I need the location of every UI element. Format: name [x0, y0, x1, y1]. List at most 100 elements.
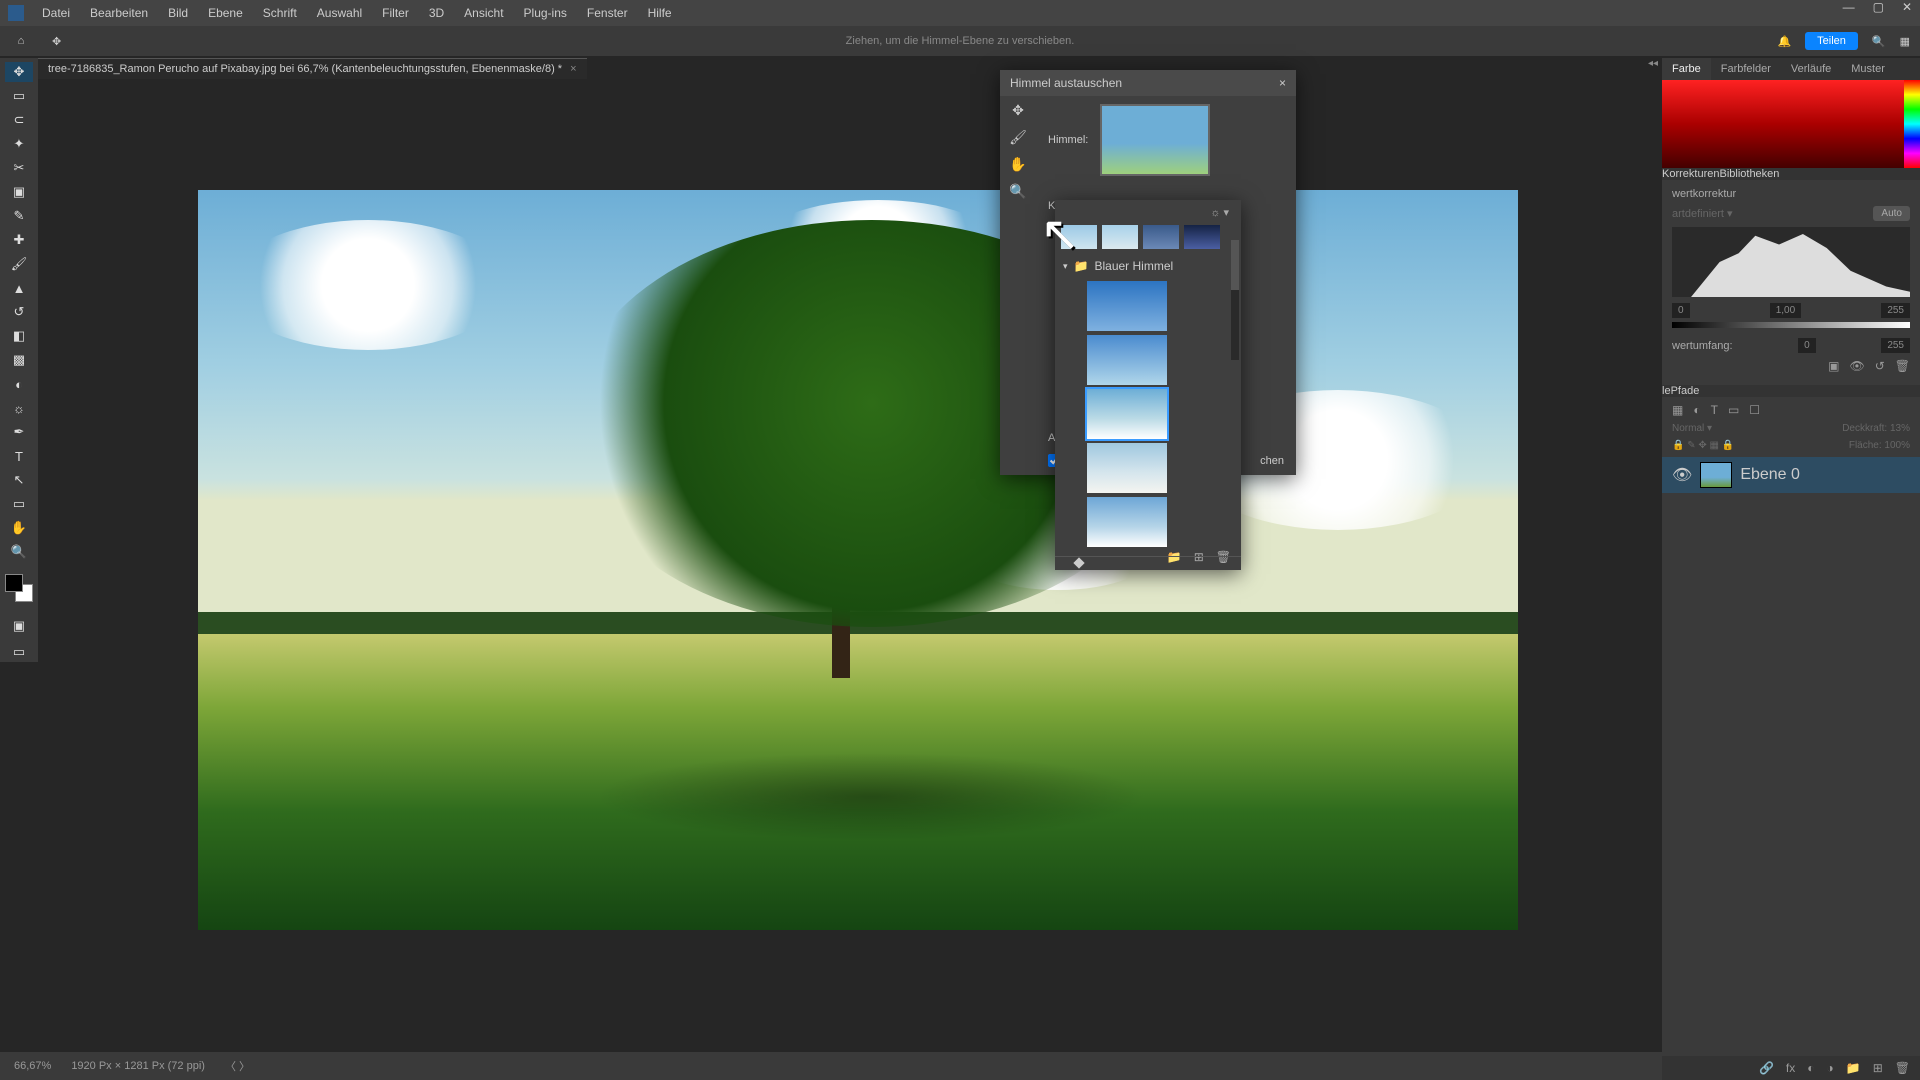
menu-schrift[interactable]: Schrift: [253, 6, 307, 20]
menu-ebene[interactable]: Ebene: [198, 6, 253, 20]
fg-color[interactable]: [5, 574, 23, 592]
fx-icon[interactable]: fx: [1786, 1061, 1795, 1075]
thumb-size-slider[interactable]: [1055, 556, 1241, 570]
hand-tool[interactable]: ✋: [5, 518, 33, 538]
dodge-tool[interactable]: ☼: [5, 398, 33, 418]
output-high[interactable]: 255: [1881, 338, 1910, 353]
adj-layer-icon[interactable]: ◑: [1827, 1061, 1834, 1075]
fg-bg-swatch[interactable]: [3, 572, 35, 604]
search-icon[interactable]: 🔍: [1872, 35, 1886, 48]
reset-icon[interactable]: ↺: [1875, 359, 1885, 373]
clip-icon[interactable]: ▣: [1828, 359, 1839, 373]
sky-option-1[interactable]: [1087, 281, 1167, 331]
stamp-tool[interactable]: ▲: [5, 278, 33, 298]
menu-hilfe[interactable]: Hilfe: [638, 6, 682, 20]
quickmask-tool[interactable]: ▣: [5, 616, 33, 636]
tab-korrekturen[interactable]: Korrekturen: [1662, 168, 1719, 180]
gradient-tool[interactable]: ▩: [5, 350, 33, 370]
sky-option-3-selected[interactable]: [1087, 389, 1167, 439]
canvas[interactable]: [38, 80, 1660, 1052]
recent-sky-3[interactable]: [1143, 225, 1179, 249]
tab-farbe[interactable]: Farbe: [1662, 58, 1711, 80]
new-layer-icon[interactable]: ⊞: [1873, 1061, 1883, 1075]
apply-button[interactable]: chen: [1260, 455, 1284, 467]
wand-tool[interactable]: ✦: [5, 134, 33, 154]
mask-icon[interactable]: ◐: [1807, 1061, 1814, 1075]
filter-adj-icon[interactable]: ◐: [1693, 403, 1700, 417]
path-tool[interactable]: ↖: [5, 470, 33, 490]
menu-bild[interactable]: Bild: [158, 6, 198, 20]
filter-pixel-icon[interactable]: ▦: [1672, 403, 1683, 417]
color-picker[interactable]: [1662, 80, 1920, 168]
pen-tool[interactable]: ✒: [5, 422, 33, 442]
picker-gear-icon[interactable]: ☼ ▾: [1210, 206, 1229, 219]
crop-tool[interactable]: ✂: [5, 158, 33, 178]
tab-bibliotheken[interactable]: Bibliotheken: [1719, 168, 1779, 180]
workspace-icon[interactable]: ▦: [1900, 35, 1910, 48]
menu-filter[interactable]: Filter: [372, 6, 419, 20]
menu-ansicht[interactable]: Ansicht: [454, 6, 513, 20]
shape-tool[interactable]: ▭: [5, 494, 33, 514]
menu-auswahl[interactable]: Auswahl: [307, 6, 372, 20]
eraser-tool[interactable]: ◧: [5, 326, 33, 346]
layer-name[interactable]: Ebene 0: [1740, 466, 1800, 484]
screenmode-tool[interactable]: ▭: [5, 642, 33, 662]
tab-close-icon[interactable]: ×: [570, 63, 576, 75]
frame-tool[interactable]: ▣: [5, 182, 33, 202]
blend-mode-dropdown[interactable]: Normal ▾: [1672, 423, 1712, 434]
tab-muster[interactable]: Muster: [1841, 58, 1895, 80]
eye-icon[interactable]: 👁: [1849, 359, 1864, 373]
menu-fenster[interactable]: Fenster: [577, 6, 638, 20]
preset-dropdown[interactable]: artdefiniert ▾: [1672, 207, 1733, 220]
delete-layer-icon[interactable]: 🗑: [1895, 1061, 1910, 1075]
auto-button[interactable]: Auto: [1873, 206, 1910, 221]
document-tab[interactable]: tree-7186835_Ramon Perucho auf Pixabay.j…: [38, 58, 587, 79]
dialog-move-tool[interactable]: ✥: [1012, 102, 1024, 119]
folder-toggle-icon[interactable]: ▾: [1063, 261, 1068, 272]
layer-thumbnail[interactable]: [1700, 462, 1732, 488]
visibility-icon[interactable]: 👁: [1672, 465, 1692, 485]
brush-tool[interactable]: 🖌: [5, 254, 33, 274]
highlights-value[interactable]: 255: [1881, 303, 1910, 318]
move-tool-indicator[interactable]: ✥: [52, 35, 61, 48]
share-button[interactable]: Teilen: [1805, 32, 1858, 50]
history-brush-tool[interactable]: ↺: [5, 302, 33, 322]
shadows-value[interactable]: 0: [1672, 303, 1690, 318]
eyedropper-tool[interactable]: ✎: [5, 206, 33, 226]
link-icon[interactable]: 🔗: [1759, 1061, 1774, 1075]
dialog-close-icon[interactable]: ×: [1279, 76, 1286, 90]
sky-option-5[interactable]: [1087, 497, 1167, 547]
tab-kanale[interactable]: le: [1662, 385, 1671, 397]
menu-plugins[interactable]: Plug-ins: [514, 6, 577, 20]
lasso-tool[interactable]: ⊂: [5, 110, 33, 130]
tab-farbfelder[interactable]: Farbfelder: [1711, 58, 1781, 80]
output-low[interactable]: 0: [1798, 338, 1816, 353]
hue-strip[interactable]: [1904, 80, 1920, 168]
marquee-tool[interactable]: ▭: [5, 86, 33, 106]
group-icon[interactable]: 📁: [1846, 1061, 1861, 1075]
dialog-hand-tool[interactable]: ✋: [1009, 156, 1026, 173]
close-icon[interactable]: ✕: [1902, 0, 1912, 14]
nav-arrows[interactable]: 〈 〉: [225, 1058, 250, 1074]
menu-3d[interactable]: 3D: [419, 6, 454, 20]
menu-datei[interactable]: Datei: [32, 6, 80, 20]
recent-sky-1[interactable]: [1061, 225, 1097, 249]
zoom-level[interactable]: 66,67%: [14, 1060, 51, 1072]
sky-option-2[interactable]: [1087, 335, 1167, 385]
bell-icon[interactable]: 🔔: [1777, 35, 1791, 48]
dialog-titlebar[interactable]: Himmel austauschen ×: [1000, 70, 1296, 96]
opacity-value[interactable]: 13%: [1890, 423, 1910, 434]
sky-preview-thumb[interactable]: [1100, 104, 1210, 176]
recent-sky-4[interactable]: [1184, 225, 1220, 249]
collapse-panels-icon[interactable]: ◂◂: [1648, 58, 1658, 69]
dialog-brush-tool[interactable]: 🖌: [1009, 129, 1027, 146]
filter-smart-icon[interactable]: ☐: [1749, 403, 1760, 417]
heal-tool[interactable]: ✚: [5, 230, 33, 250]
layer-row[interactable]: 👁 Ebene 0: [1662, 457, 1920, 493]
type-tool[interactable]: T: [5, 446, 33, 466]
filter-type-icon[interactable]: T: [1711, 403, 1718, 417]
move-tool[interactable]: ✥: [5, 62, 33, 82]
sky-folder-row[interactable]: ▾ 📁 Blauer Himmel: [1061, 255, 1235, 277]
sky-option-4[interactable]: [1087, 443, 1167, 493]
maximize-icon[interactable]: ▢: [1873, 0, 1884, 14]
